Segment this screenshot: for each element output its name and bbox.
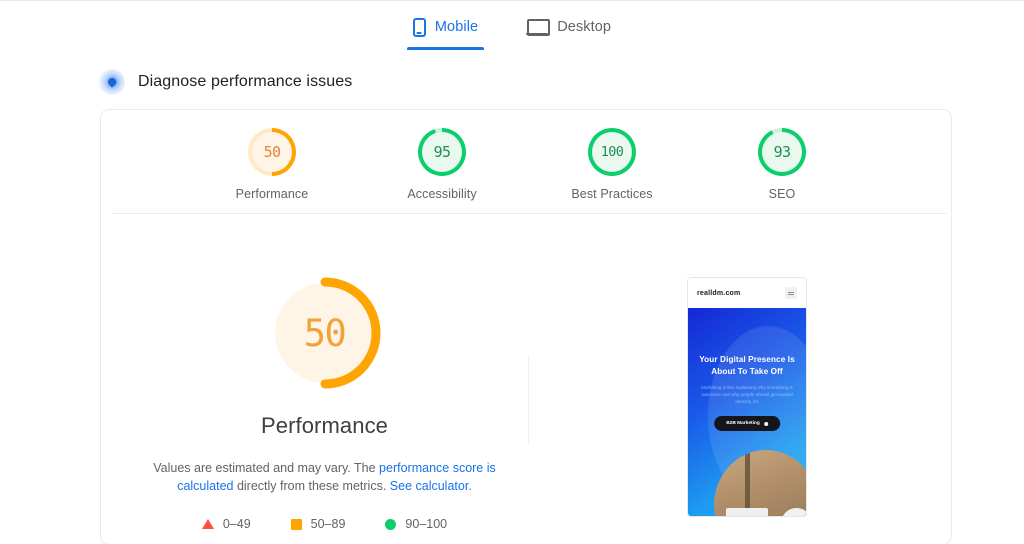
see-calculator-link[interactable]: See calculator (390, 479, 469, 493)
score-value: 95 (433, 143, 451, 161)
section-header: Diagnose performance issues (99, 69, 352, 95)
score-performance[interactable]: 50 Performance (216, 128, 328, 201)
score-disclaimer: Values are estimated and may vary. The p… (139, 459, 511, 495)
photo-bg (714, 450, 806, 516)
score-seo[interactable]: 93 SEO (726, 128, 838, 201)
main-score-label: Performance (260, 413, 389, 438)
preview-domain: realldm.com (697, 289, 741, 297)
pagespeed-results-page: Mobile Desktop Diagnose performance issu… (0, 0, 1024, 544)
tab-desktop-label: Desktop (557, 19, 612, 35)
preview-hero-subtitle: Marketing is like explaining why somethi… (701, 385, 793, 404)
main-score-value: 50 (303, 311, 347, 355)
tab-mobile-label: Mobile (434, 19, 479, 35)
preview-cta-label: B2B Marketing (726, 421, 760, 426)
results-card: 50 Performance 95 Accessibility 100 Best… (100, 109, 952, 544)
vertical-divider (528, 357, 529, 443)
tab-active-underline (406, 47, 485, 50)
score-value: 50 (263, 143, 281, 161)
triangle-icon (201, 519, 214, 529)
circle-icon (385, 518, 397, 530)
square-icon (290, 518, 302, 530)
disclaimer-text-1: Values are estimated and may vary. The (153, 461, 380, 475)
device-tabbar: Mobile Desktop (0, 4, 1024, 50)
score-gauge-accessibility: 95 (418, 128, 466, 176)
mobile-icon (412, 17, 426, 37)
score-gauge-seo: 93 (758, 128, 806, 176)
legend-item-high: 90–100 (385, 517, 447, 531)
score-label: Best Practices (571, 187, 653, 201)
preview-hero-photo (714, 450, 806, 516)
disclaimer-text-2: directly from these metrics. (233, 479, 390, 493)
legend-item-low: 0–49 (201, 517, 251, 531)
score-accessibility[interactable]: 95 Accessibility (386, 128, 498, 201)
score-best-practices[interactable]: 100 Best Practices (556, 128, 668, 201)
score-label: Accessibility (407, 187, 477, 201)
category-score-strip: 50 Performance 95 Accessibility 100 Best… (101, 128, 951, 201)
score-value: 100 (600, 144, 624, 160)
preview-hero: Your Digital Presence Is About To Take O… (688, 308, 806, 516)
legend-range: 50–89 (310, 517, 346, 531)
score-value: 93 (773, 143, 791, 161)
score-gauge-best-practices: 100 (588, 128, 636, 176)
score-label: SEO (768, 187, 796, 201)
preview-hero-title: Your Digital Presence Is About To Take O… (699, 355, 795, 376)
photo-pole (745, 450, 751, 512)
tab-mobile[interactable]: Mobile (406, 4, 485, 50)
desktop-icon (526, 19, 551, 36)
main-performance-gauge: 50 (267, 275, 383, 391)
hamburger-icon (785, 287, 797, 299)
legend-range: 0–49 (222, 517, 251, 531)
disclaimer-text-3: . (468, 479, 472, 493)
photo-board (726, 507, 769, 516)
score-label: Performance (235, 187, 309, 201)
card-divider (111, 213, 947, 214)
preview-cta-button: B2B Marketing (714, 416, 780, 431)
page-screenshot-preview[interactable]: realldm.com Your Digital Presence Is Abo… (687, 277, 807, 517)
diagnose-gauge-icon (99, 69, 125, 95)
preview-site-header: realldm.com (688, 278, 806, 308)
arrow-icon (763, 421, 768, 426)
legend-item-medium: 50–89 (290, 517, 346, 531)
performance-summary: 50 Performance Values are estimated and … (121, 275, 528, 531)
legend-range: 90–100 (405, 517, 448, 531)
score-gauge-performance: 50 (248, 128, 296, 176)
page-title: Diagnose performance issues (138, 73, 353, 90)
score-legend: 0–49 50–89 90–100 (201, 517, 447, 531)
tab-desktop[interactable]: Desktop (520, 4, 617, 50)
